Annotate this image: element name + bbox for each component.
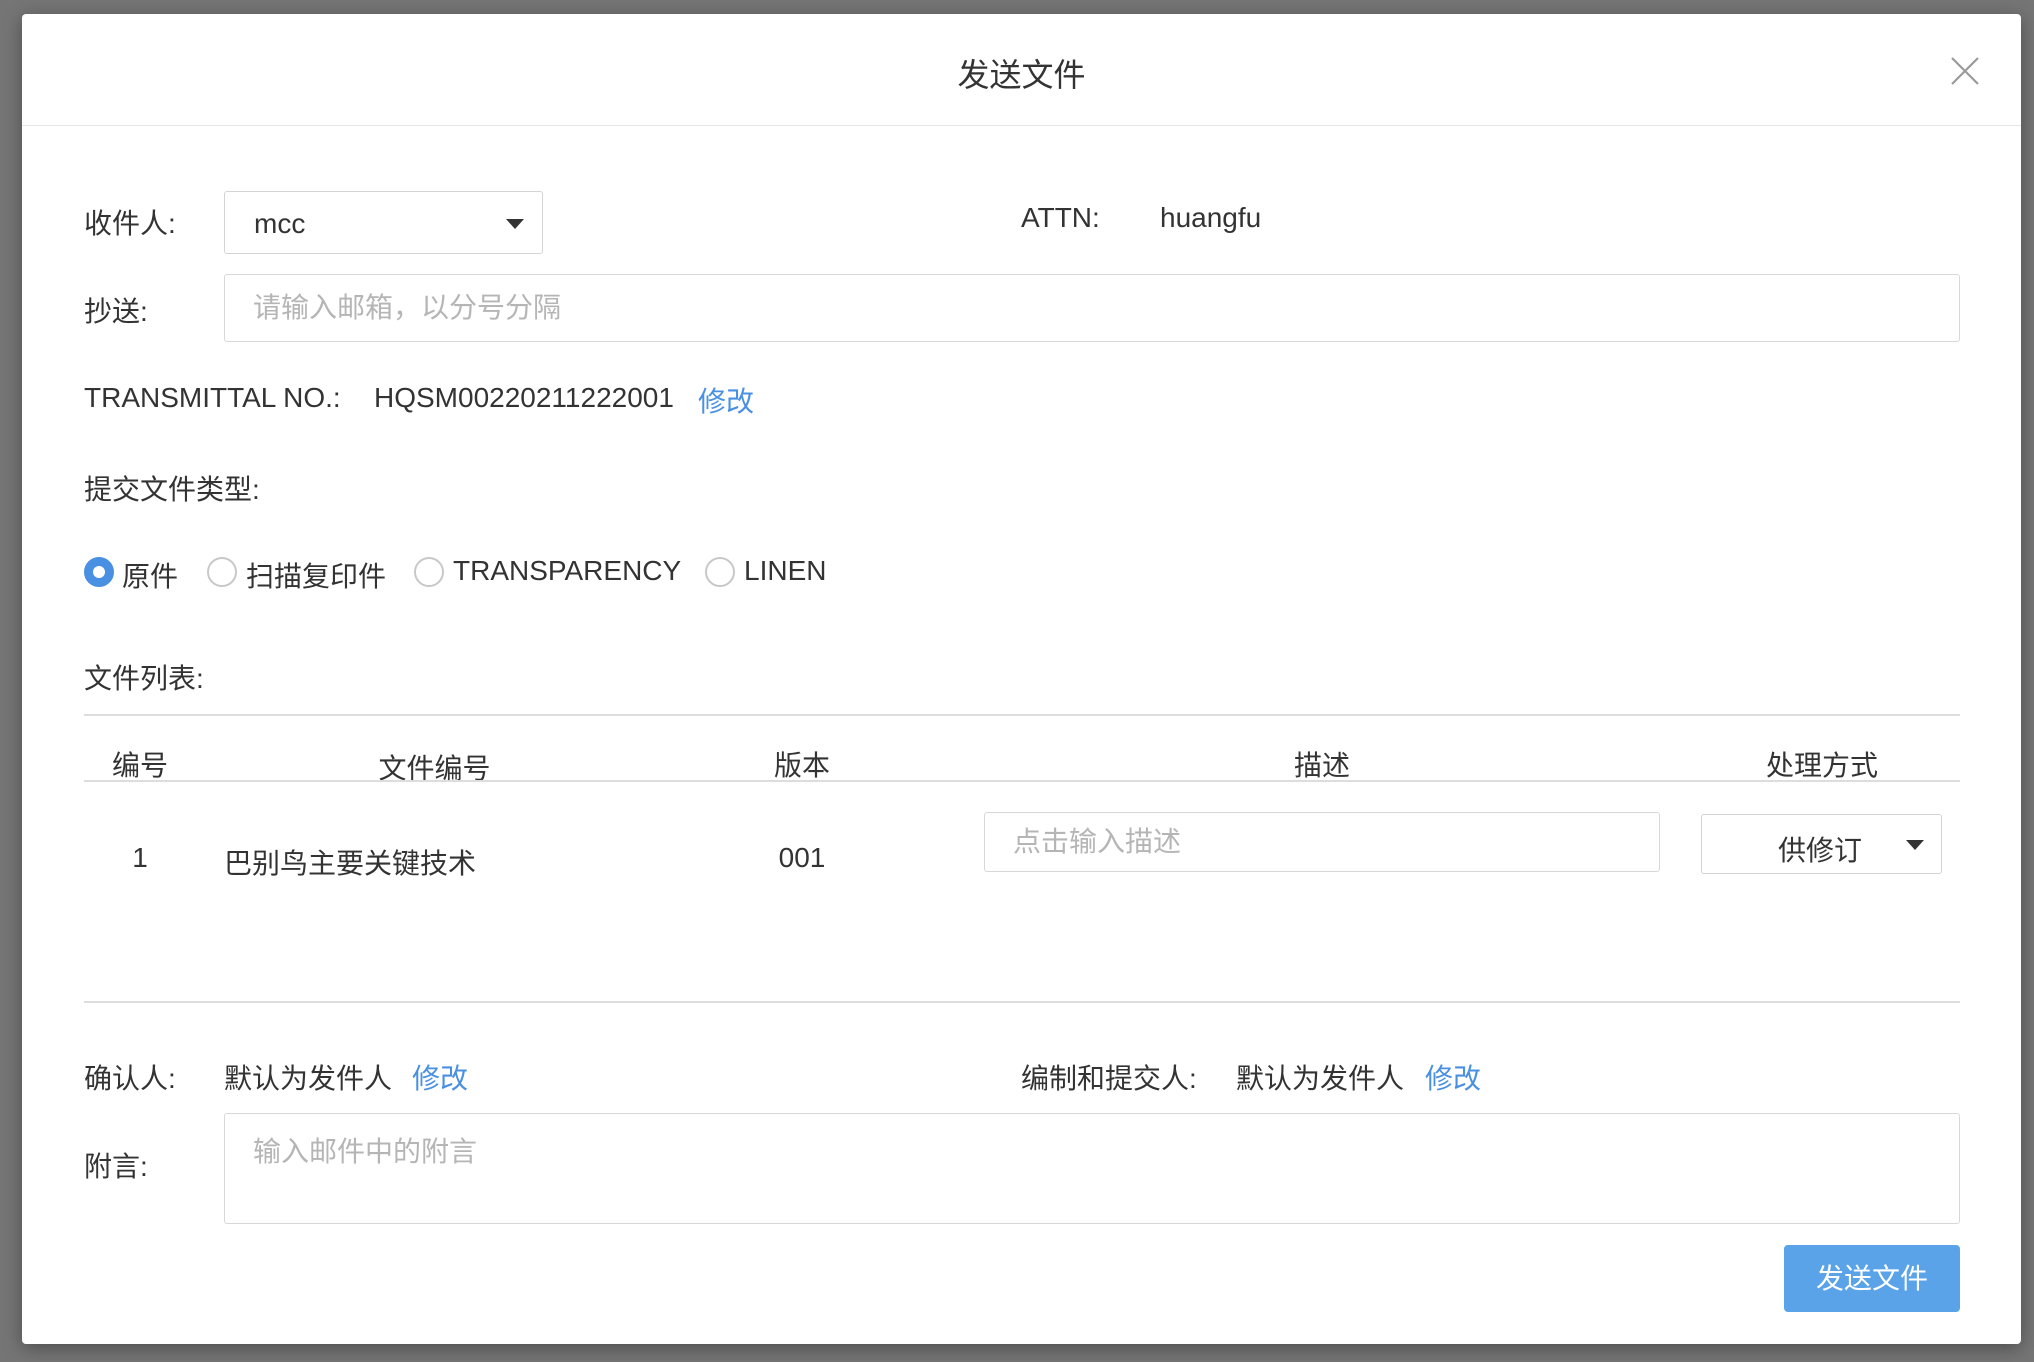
description-input[interactable] bbox=[984, 812, 1660, 872]
send-file-button[interactable]: 发送文件 bbox=[1784, 1245, 1960, 1312]
send-file-dialog: 发送文件 收件人: mcc ATTN: huangfu 抄送: TRANSMIT… bbox=[22, 14, 2021, 1344]
radio-original[interactable] bbox=[84, 557, 114, 587]
confirmer-value: 默认为发件人 bbox=[224, 1063, 393, 1094]
row-file-no: 巴别鸟主要关键技术 bbox=[224, 848, 477, 879]
dialog-header: 发送文件 bbox=[22, 14, 2021, 126]
radio-linen-label[interactable]: LINEN bbox=[744, 555, 826, 587]
row-version: 001 bbox=[778, 842, 826, 873]
column-header-no: 编号 bbox=[111, 750, 168, 781]
note-label: 附言: bbox=[84, 1151, 148, 1182]
recipient-label: 收件人: bbox=[84, 208, 176, 239]
radio-original-label[interactable]: 原件 bbox=[122, 555, 178, 595]
close-icon[interactable] bbox=[1949, 55, 1981, 87]
chevron-down-icon bbox=[506, 219, 524, 229]
attn-value: huangfu bbox=[1160, 202, 1262, 233]
radio-transparency-label[interactable]: TRANSPARENCY bbox=[453, 555, 681, 587]
table-bottom-divider bbox=[84, 1001, 1960, 1003]
dialog-title: 发送文件 bbox=[957, 57, 1086, 93]
column-header-version: 版本 bbox=[773, 750, 830, 781]
file-type-label: 提交文件类型: bbox=[84, 474, 260, 505]
handling-select[interactable]: 供修订 bbox=[1701, 814, 1942, 874]
handling-value: 供修订 bbox=[1778, 835, 1863, 866]
recipient-select[interactable]: mcc bbox=[224, 191, 543, 254]
preparer-label: 编制和提交人: bbox=[1021, 1063, 1197, 1094]
transmittal-label: TRANSMITTAL NO.: bbox=[84, 382, 341, 413]
radio-linen[interactable] bbox=[705, 557, 735, 587]
attn-label: ATTN: bbox=[1021, 202, 1100, 233]
note-textarea[interactable] bbox=[224, 1113, 1960, 1224]
recipient-value: mcc bbox=[254, 208, 306, 239]
chevron-down-icon bbox=[1906, 840, 1924, 850]
transmittal-edit-link[interactable]: 修改 bbox=[698, 380, 754, 420]
transmittal-number: HQSM00220211222001 bbox=[374, 382, 674, 413]
column-header-description: 描述 bbox=[1293, 750, 1350, 781]
table-header-divider bbox=[84, 780, 1960, 782]
cc-label: 抄送: bbox=[84, 296, 148, 327]
row-no: 1 bbox=[132, 842, 148, 873]
table-top-divider bbox=[84, 714, 1960, 716]
confirmer-edit-link[interactable]: 修改 bbox=[412, 1057, 468, 1097]
radio-scanned-copy[interactable] bbox=[207, 557, 237, 587]
cc-email-input[interactable] bbox=[224, 274, 1960, 342]
radio-transparency[interactable] bbox=[414, 557, 444, 587]
preparer-edit-link[interactable]: 修改 bbox=[1425, 1057, 1481, 1097]
column-header-handling: 处理方式 bbox=[1765, 750, 1878, 781]
preparer-value: 默认为发件人 bbox=[1236, 1063, 1405, 1094]
confirmer-label: 确认人: bbox=[84, 1063, 176, 1094]
file-list-label: 文件列表: bbox=[84, 663, 204, 694]
radio-scanned-copy-label[interactable]: 扫描复印件 bbox=[246, 555, 386, 595]
